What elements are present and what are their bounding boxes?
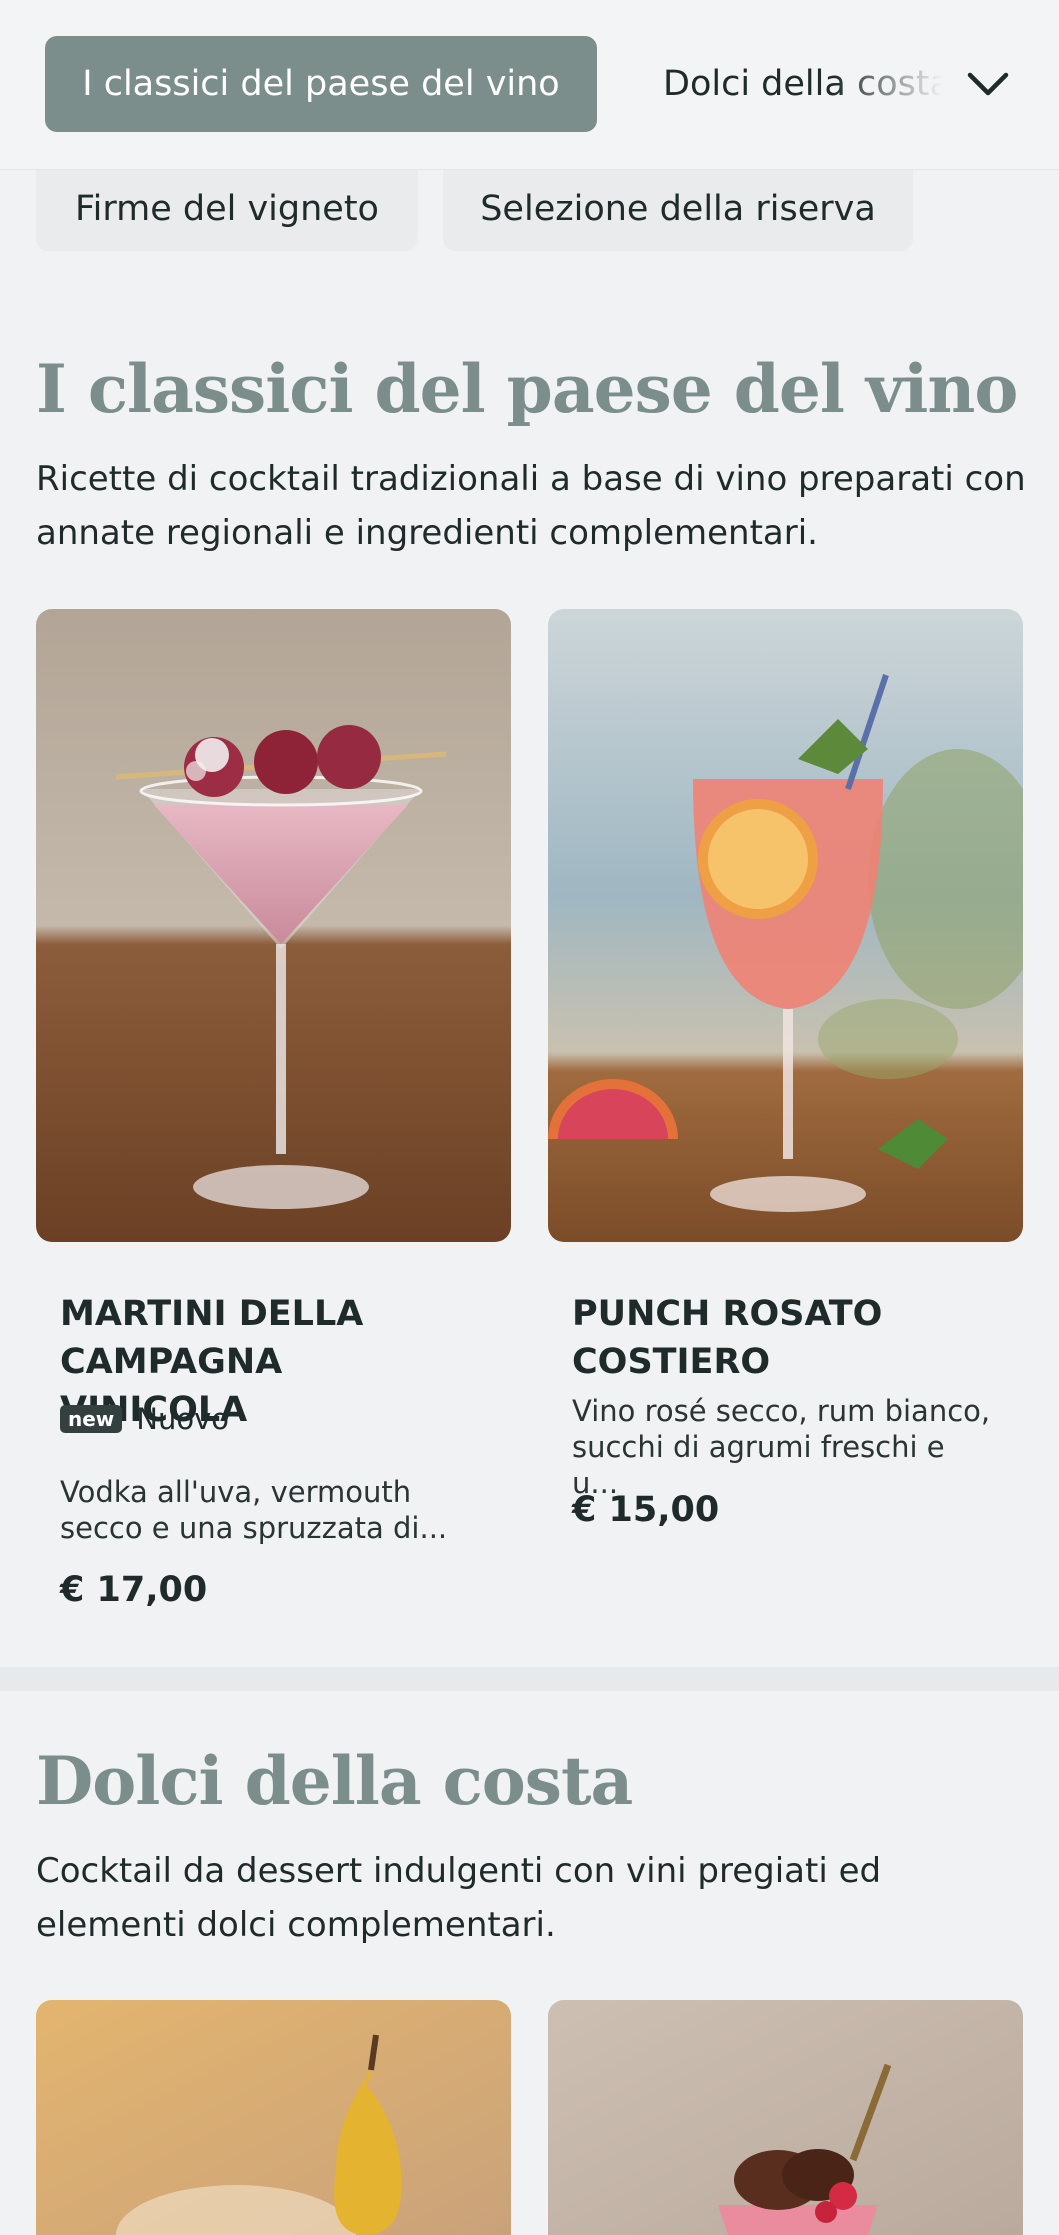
chevron-down-icon[interactable] — [962, 58, 1014, 110]
punch-image[interactable] — [548, 609, 1023, 1242]
section-desc-classici: Ricette di cocktail tradizionali a base … — [36, 459, 1026, 553]
item-desc-martini: Vodka all'uva, vermouth secco e una spru… — [60, 1475, 448, 1545]
tab-classici[interactable]: I classici del paese del vino — [45, 36, 597, 132]
section-desc-dolci: Cocktail da dessert indulgenti con vini … — [36, 1851, 882, 1945]
new-badge-label: Nuovo — [136, 1402, 230, 1436]
tab-fade — [833, 36, 943, 132]
new-badge: new — [60, 1405, 123, 1433]
item-price-martini: € 17,00 — [60, 1570, 208, 1610]
chocolate-cocktail-image[interactable] — [548, 2000, 1023, 2235]
pear-cocktail-image[interactable] — [36, 2000, 511, 2235]
item-price-punch: € 15,00 — [572, 1490, 720, 1530]
item-name-punch: PUNCH ROSATO COSTIERO — [572, 1294, 883, 1382]
chip-riserva[interactable]: Selezione della riserva — [443, 167, 913, 251]
tab-dolci[interactable]: Dolci della costa — [663, 36, 943, 132]
section-title-dolci: Dolci della costa — [36, 1742, 633, 1820]
new-badge-row: new Nuovo — [60, 1402, 229, 1436]
category-nav: I classici del paese del vino Dolci dell… — [0, 0, 1059, 170]
martini-image[interactable] — [36, 609, 511, 1242]
section-divider — [0, 1667, 1059, 1691]
section-title-classici: I classici del paese del vino — [36, 350, 1018, 428]
item-desc-punch: Vino rosé secco, rum bianco, succhi di a… — [572, 1394, 991, 1500]
chip-firme[interactable]: Firme del vigneto — [36, 167, 418, 251]
